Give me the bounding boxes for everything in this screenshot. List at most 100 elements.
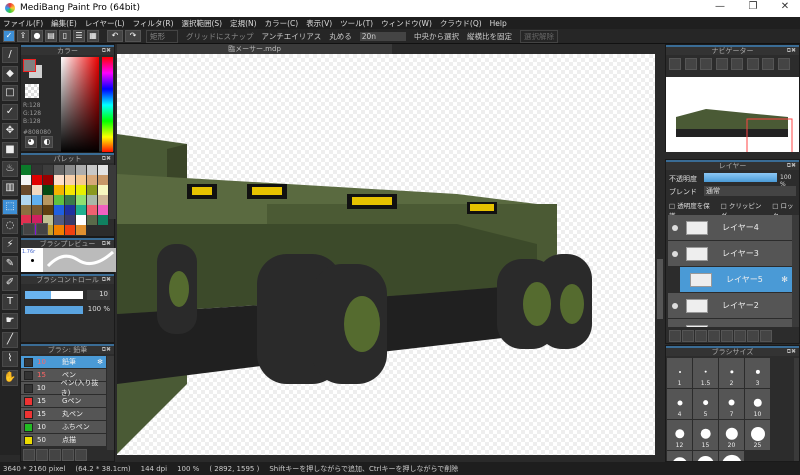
brush-size-option[interactable]: 25 — [745, 420, 770, 450]
visibility-icon[interactable] — [672, 302, 678, 309]
panel-controls-icon[interactable]: ⧉✖ — [102, 155, 111, 163]
snap-checkbox[interactable]: グリッドにスナップ — [186, 31, 254, 42]
panel-controls-icon[interactable]: ⧉✖ — [102, 47, 111, 55]
new-1bit-layer-icon[interactable] — [695, 330, 707, 342]
transparent-color-swatch[interactable] — [25, 84, 39, 98]
shape-select[interactable]: 矩形 — [146, 29, 178, 43]
palette-swatch[interactable] — [87, 195, 97, 205]
layer-item[interactable]: レイヤー2 — [668, 293, 792, 318]
palette-swatch[interactable] — [98, 185, 108, 195]
palette-swatch[interactable] — [32, 205, 42, 215]
palette-swatch[interactable] — [65, 225, 75, 235]
brush-list-scrollbar[interactable] — [107, 356, 114, 450]
gradient-tool-icon[interactable]: ▥ — [2, 180, 18, 196]
select-tool-icon[interactable]: ⬚ — [2, 199, 18, 215]
palette-swatch[interactable] — [54, 195, 64, 205]
palette-swatch[interactable] — [98, 175, 108, 185]
palette-swatch[interactable] — [32, 185, 42, 195]
brush-size-option[interactable]: 4 — [667, 389, 692, 419]
message-icon[interactable]: ▤ — [45, 30, 57, 42]
brush-item[interactable]: 15 丸ペン — [21, 408, 106, 420]
maximize-button[interactable]: ❐ — [738, 1, 768, 16]
palette-swatch[interactable] — [87, 205, 97, 215]
round-value-select[interactable]: 20n — [359, 31, 406, 41]
share-icon[interactable]: ⇪ — [17, 30, 29, 42]
palette-swatch[interactable] — [32, 195, 42, 205]
minimize-button[interactable]: — — [705, 1, 735, 16]
menu-item[interactable]: フィルタ(R) — [133, 18, 174, 29]
rect-tool-icon[interactable]: □ — [2, 85, 18, 101]
gear-icon[interactable]: ✻ — [781, 275, 788, 284]
panel-controls-icon[interactable]: ⧉✖ — [102, 240, 111, 248]
menu-item[interactable]: 定規(N) — [230, 18, 256, 29]
brush-settings-icon[interactable] — [62, 449, 74, 461]
zoom-reset-icon[interactable] — [669, 58, 681, 70]
brush-size-option[interactable]: 20 — [719, 420, 744, 450]
antialias-checkbox[interactable]: アンチエイリアス — [262, 31, 322, 42]
menu-item[interactable]: 表示(V) — [306, 18, 332, 29]
brush-size-value[interactable]: 10 — [87, 290, 110, 300]
text-tool-icon[interactable]: T — [2, 294, 18, 310]
duplicate-layer-icon[interactable] — [734, 330, 746, 342]
palette-swatch[interactable] — [65, 185, 75, 195]
hue-slider[interactable] — [102, 57, 113, 153]
layer-opacity-slider[interactable] — [704, 173, 777, 182]
zoom-in-icon[interactable] — [684, 58, 697, 70]
delete-layer-icon[interactable] — [760, 330, 772, 342]
canvas-vertical-scrollbar[interactable] — [655, 54, 665, 455]
brush-size-option[interactable]: 12 — [667, 420, 692, 450]
page-icon[interactable]: ▯ — [59, 30, 71, 42]
cloud-brush-icon[interactable] — [23, 449, 35, 461]
deselect-button[interactable]: 選択解除 — [520, 29, 558, 43]
merge-layer-icon[interactable] — [747, 330, 759, 342]
foreground-color-swatch[interactable] — [23, 59, 36, 72]
rotate-right-icon[interactable] — [762, 58, 775, 70]
palette-swatch[interactable] — [32, 175, 42, 185]
duplicate-brush-icon[interactable] — [49, 449, 61, 461]
canvas[interactable] — [117, 54, 655, 455]
brush-size-slider[interactable] — [25, 291, 83, 299]
menu-item[interactable]: ファイル(F) — [3, 18, 43, 29]
palette-swatch[interactable] — [87, 165, 97, 175]
bucket-tool-icon[interactable]: ♨ — [2, 161, 18, 177]
layer-item[interactable]: レイヤー3 — [668, 241, 792, 266]
select-eraser-tool-icon[interactable]: ✐ — [2, 275, 18, 291]
palette-swatch[interactable] — [21, 195, 31, 205]
saturation-brightness-picker[interactable] — [61, 57, 99, 153]
menu-item[interactable]: レイヤー(L) — [85, 18, 125, 29]
panel-controls-icon[interactable]: ⧉✖ — [102, 276, 111, 284]
brush-size-option[interactable]: 5 — [693, 389, 718, 419]
flip-icon[interactable] — [777, 58, 790, 70]
rotate-left-icon[interactable] — [731, 58, 744, 70]
color-picker-icon[interactable]: ◐ — [41, 136, 53, 148]
menu-item[interactable]: 選択範囲(S) — [182, 18, 223, 29]
brush-size-option[interactable]: 7 — [719, 389, 744, 419]
palette-swatch[interactable] — [65, 165, 75, 175]
new-layer-icon[interactable] — [669, 330, 681, 342]
palette-swatch[interactable] — [43, 175, 53, 185]
brush-size-option[interactable]: 15 — [693, 420, 718, 450]
new-halftone-layer-icon[interactable] — [682, 330, 694, 342]
zoom-out-icon[interactable] — [715, 58, 728, 70]
folder-icon[interactable] — [75, 449, 87, 461]
brush-opacity-slider[interactable] — [25, 306, 83, 314]
brush-size-option[interactable]: 30 — [667, 451, 692, 461]
menu-item[interactable]: カラー(C) — [265, 18, 299, 29]
brush-size-option[interactable]: 10 — [745, 389, 770, 419]
undo-button[interactable]: ↶ — [107, 30, 123, 42]
palette-swatch[interactable] — [76, 175, 86, 185]
palette-swatch[interactable] — [65, 215, 75, 225]
visibility-icon[interactable] — [672, 250, 678, 257]
redo-button[interactable]: ↷ — [125, 30, 141, 42]
brush-item[interactable]: 50 点描 — [21, 434, 106, 446]
canvas-tab[interactable]: 臨メーサー.mdp — [117, 44, 392, 54]
brush-size-option[interactable]: 1 — [667, 358, 692, 388]
menu-item[interactable]: Help — [490, 19, 507, 28]
blend-select[interactable]: 通常 — [704, 186, 796, 196]
brush-item[interactable]: 10 ふちペン — [21, 421, 106, 433]
palette-swatch[interactable] — [54, 165, 64, 175]
add-brush-icon[interactable] — [36, 449, 48, 461]
eraser-tool-icon[interactable]: ◆ — [2, 66, 18, 82]
list-icon[interactable]: ☰ — [73, 30, 85, 42]
palette-swatch[interactable] — [76, 205, 86, 215]
